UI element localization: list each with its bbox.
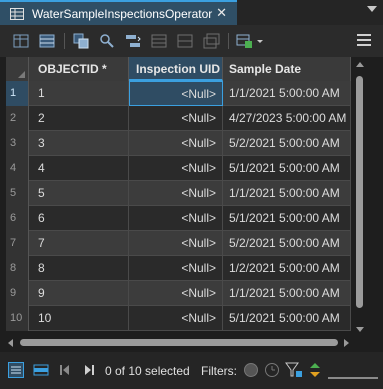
table-row[interactable]: 9 9 <Null> 1/1/2021 5:00:00 AM [6,281,351,306]
row-header[interactable]: 3 [6,131,29,156]
cell-inspection-uid[interactable]: <Null> [129,106,223,131]
scroll-down-icon[interactable] [356,327,364,332]
cell-sample-date[interactable]: 5/1/2021 5:00:00 AM [223,206,351,231]
table-row[interactable]: 1 1 <Null> 1/1/2021 5:00:00 AM [6,81,351,106]
column-header-objectid[interactable]: OBJECTID * [29,57,129,81]
select-all-corner[interactable] [6,57,29,81]
table-row[interactable]: 8 8 <Null> 1/2/2021 5:00:00 AM [6,256,351,281]
delete-selection-icon[interactable] [176,32,194,50]
sort-icon[interactable] [308,362,322,381]
cell-objectid[interactable]: 5 [29,181,129,206]
scroll-right-icon[interactable] [344,339,349,347]
show-all-records-icon[interactable] [8,362,24,381]
select-by-attributes-icon[interactable] [72,32,90,50]
table-toolbar [0,25,383,57]
cell-inspection-uid[interactable]: <Null> [129,81,223,106]
zoom-to-selection-icon[interactable] [98,32,116,50]
cell-inspection-uid[interactable]: <Null> [129,231,223,256]
copy-selection-icon[interactable] [202,32,220,50]
cell-sample-date[interactable]: 1/1/2021 5:00:00 AM [223,81,351,106]
cell-inspection-uid[interactable]: <Null> [129,206,223,231]
tab-bar: WaterSampleInspectionsOperator ✕ [0,0,383,25]
filter-range-icon[interactable] [285,362,303,381]
field-view-icon[interactable] [12,32,30,50]
cell-objectid[interactable]: 8 [29,256,129,281]
cell-inspection-uid[interactable]: <Null> [129,131,223,156]
table-header: OBJECTID * Inspection UID Sample Date [6,57,351,81]
filters-label: Filters: [201,364,237,378]
clear-selection-icon[interactable] [150,32,168,50]
row-header[interactable]: 1 [6,81,29,106]
cell-inspection-uid[interactable]: <Null> [129,256,223,281]
status-bar: 0 of 10 selected Filters: [0,352,383,389]
tab-title: WaterSampleInspectionsOperator [32,6,213,21]
cell-objectid[interactable]: 10 [29,306,129,331]
vertical-scrollbar[interactable] [355,62,364,332]
cell-inspection-uid[interactable]: <Null> [129,306,223,331]
table-row[interactable]: 2 2 <Null> 4/27/2023 5:00:00 AM [6,106,351,131]
switch-selection-icon[interactable] [124,32,142,50]
zoom-slider[interactable] [328,369,378,383]
row-header[interactable]: 6 [6,206,29,231]
cell-objectid[interactable]: 9 [29,281,129,306]
filter-extent-icon[interactable] [243,362,259,381]
attribute-table: OBJECTID * Inspection UID Sample Date 11… [6,57,351,331]
filter-time-icon[interactable] [264,362,280,381]
cell-sample-date[interactable]: 5/1/2021 5:00:00 AM [223,306,351,331]
cell-sample-date[interactable]: 4/27/2023 5:00:00 AM [223,106,351,131]
chevron-down-icon[interactable] [367,6,377,12]
close-icon[interactable]: ✕ [216,5,227,21]
first-record-icon[interactable] [60,364,70,379]
cell-sample-date[interactable]: 5/2/2021 5:00:00 AM [223,231,351,256]
menu-icon[interactable] [357,34,371,49]
cell-sample-date[interactable]: 1/2/2021 5:00:00 AM [223,256,351,281]
row-header[interactable]: 8 [6,256,29,281]
scroll-left-icon[interactable] [8,339,13,347]
chevron-down-icon[interactable] [256,32,264,50]
table-icon [10,7,24,20]
row-header[interactable]: 9 [6,281,29,306]
cell-sample-date[interactable]: 1/1/2021 5:00:00 AM [223,281,351,306]
table-row[interactable]: 7 7 <Null> 5/2/2021 5:00:00 AM [6,231,351,256]
cell-objectid[interactable]: 2 [29,106,129,131]
row-header[interactable]: 7 [6,231,29,256]
show-selected-records-icon[interactable] [33,362,49,381]
cell-inspection-uid[interactable]: <Null> [129,156,223,181]
row-header[interactable]: 10 [6,306,29,331]
cell-objectid[interactable]: 6 [29,206,129,231]
selection-count: 0 of 10 selected [105,364,190,378]
add-field-menu-icon[interactable] [236,32,254,50]
table-row[interactable]: 4 4 <Null> 5/1/2021 5:00:00 AM [6,156,351,181]
row-header[interactable]: 5 [6,181,29,206]
cell-sample-date[interactable]: 5/1/2021 5:00:00 AM [223,156,351,181]
cell-objectid[interactable]: 7 [29,231,129,256]
last-record-icon[interactable] [84,364,94,379]
column-header-inspection-uid[interactable]: Inspection UID [129,57,223,81]
cell-objectid[interactable]: 3 [29,131,129,156]
row-header[interactable]: 4 [6,156,29,181]
toolbar-separator [228,33,229,49]
table-row[interactable]: 6 6 <Null> 5/1/2021 5:00:00 AM [6,206,351,231]
tab-water-sample-inspections[interactable]: WaterSampleInspectionsOperator ✕ [0,0,237,25]
cell-sample-date[interactable]: 1/1/2021 5:00:00 AM [223,181,351,206]
scroll-thumb[interactable] [20,339,338,346]
cell-sample-date[interactable]: 5/2/2021 5:00:00 AM [223,131,351,156]
calculate-icon[interactable] [38,32,56,50]
cell-inspection-uid[interactable]: <Null> [129,181,223,206]
row-header[interactable]: 2 [6,106,29,131]
scroll-thumb[interactable] [356,76,363,308]
table-row[interactable]: 10 10 <Null> 5/1/2021 5:00:00 AM [6,306,351,331]
column-header-sample-date[interactable]: Sample Date [223,57,351,81]
toolbar-separator [64,33,65,49]
table-row[interactable]: 5 5 <Null> 1/1/2021 5:00:00 AM [6,181,351,206]
table-row[interactable]: 3 3 <Null> 5/2/2021 5:00:00 AM [6,131,351,156]
cell-objectid[interactable]: 1 [29,81,129,106]
horizontal-scrollbar[interactable] [6,338,351,348]
cell-objectid[interactable]: 4 [29,156,129,181]
scroll-up-icon[interactable] [356,62,364,67]
cell-inspection-uid[interactable]: <Null> [129,281,223,306]
